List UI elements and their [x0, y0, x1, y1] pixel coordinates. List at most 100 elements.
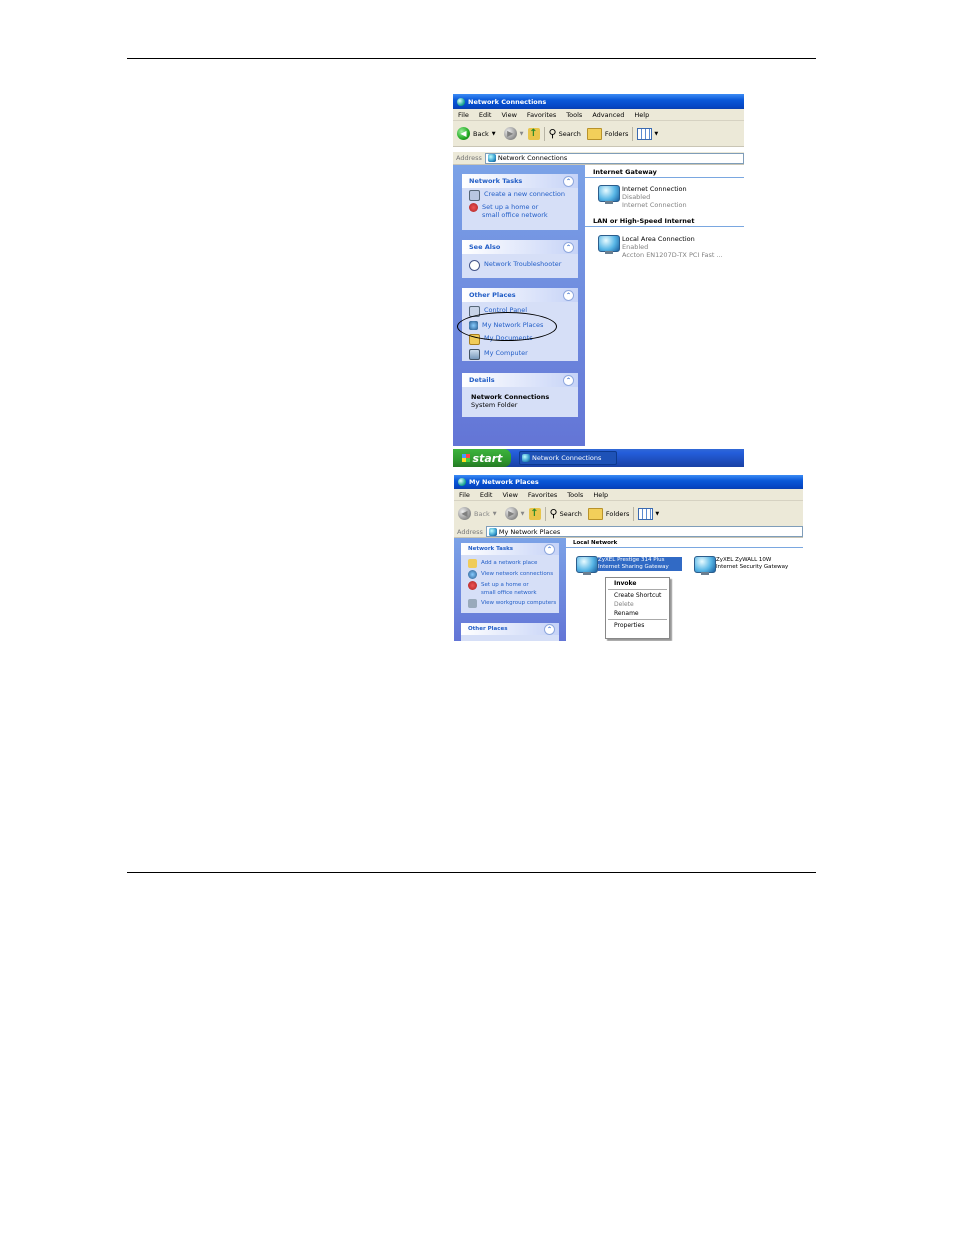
- network-places-icon: [488, 527, 497, 536]
- panel-title: Network Tasks: [468, 546, 514, 552]
- troubleshooter-link[interactable]: Network Troubleshooter: [462, 254, 578, 271]
- view-network-connections-link[interactable]: View network connections: [461, 568, 559, 579]
- internet-connection-icon: [594, 183, 620, 207]
- help-icon: [469, 260, 480, 271]
- menu-bar: File Edit View Favorites Tools Help: [454, 489, 803, 501]
- collapse-icon[interactable]: ⌃: [563, 241, 574, 253]
- internet-connection-item[interactable]: Internet Connection Disabled Internet Co…: [585, 178, 744, 209]
- chevron-down-icon: ▼: [492, 510, 497, 517]
- task-label: Network Connections: [532, 454, 602, 462]
- link-label: View workgroup computers: [481, 600, 557, 606]
- menu-help[interactable]: Help: [588, 491, 613, 499]
- menu-rename[interactable]: Rename: [606, 609, 669, 618]
- bottom-rule: [127, 872, 816, 873]
- other-places-panel: Other Places ⌃: [461, 623, 559, 641]
- forward-arrow-icon: ▶: [504, 507, 518, 520]
- collapse-icon[interactable]: ⌃: [544, 623, 555, 635]
- taskbar-network-connections[interactable]: Network Connections: [519, 451, 617, 465]
- search-button[interactable]: ⚲ Search: [549, 127, 581, 140]
- folders-button[interactable]: Folders: [586, 127, 628, 140]
- details-name: Network Connections: [471, 393, 550, 401]
- menu-file[interactable]: File: [453, 111, 474, 119]
- menu-view[interactable]: View: [496, 111, 521, 119]
- menu-favorites[interactable]: Favorites: [522, 111, 561, 119]
- menu-advanced[interactable]: Advanced: [587, 111, 629, 119]
- prestige-gateway-item[interactable]: ZyXEL Prestige 314 Plus Internet Sharing…: [572, 554, 682, 578]
- up-button[interactable]: ↑: [528, 507, 541, 520]
- home-network-link[interactable]: Set up a home or small office network: [462, 201, 578, 219]
- panel-title: Other Places: [468, 626, 508, 632]
- chevron-down-icon: ▼: [655, 510, 660, 517]
- back-button[interactable]: ◀ Back ▼: [457, 127, 496, 140]
- item-status: Enabled: [622, 243, 649, 251]
- menu-help[interactable]: Help: [629, 111, 654, 119]
- network-tasks-header[interactable]: Network Tasks ⌃: [462, 174, 578, 188]
- title-bar[interactable]: My Network Places: [454, 475, 803, 489]
- other-places-header[interactable]: Other Places ⌃: [462, 288, 578, 302]
- network-tasks-header[interactable]: Network Tasks ⌃: [461, 543, 559, 555]
- network-tasks-panel: Network Tasks ⌃ Add a network place View…: [461, 543, 559, 613]
- local-area-connection-item[interactable]: Local Area Connection Enabled Accton EN1…: [585, 227, 744, 259]
- search-label: Search: [559, 509, 582, 518]
- back-arrow-icon: ◀: [458, 507, 471, 520]
- address-field[interactable]: My Network Places: [485, 526, 803, 537]
- task-pane: Network Tasks ⌃ Create a new connection …: [453, 165, 585, 446]
- details-header[interactable]: Details ⌃: [462, 373, 578, 387]
- back-button[interactable]: ◀ Back ▼: [458, 507, 497, 520]
- menu-create-shortcut[interactable]: Create Shortcut: [606, 591, 669, 600]
- other-places-header[interactable]: Other Places ⌃: [461, 623, 559, 635]
- network-connections-icon: [468, 570, 477, 579]
- window-title: Network Connections: [468, 97, 547, 106]
- panel-title: Network Tasks: [469, 177, 523, 185]
- menu-properties[interactable]: Properties: [606, 621, 669, 630]
- menu-bar: File Edit View Favorites Tools Advanced …: [453, 109, 744, 121]
- menu-invoke[interactable]: Invoke: [606, 578, 669, 588]
- zywall-gateway-item[interactable]: ZyXEL ZyWALL 10W Internet Security Gatew…: [690, 554, 794, 578]
- search-button[interactable]: ⚲ Search: [550, 507, 582, 520]
- folders-label: Folders: [605, 509, 630, 518]
- view-workgroup-link[interactable]: View workgroup computers: [461, 597, 559, 608]
- menu-tools[interactable]: Tools: [562, 491, 588, 499]
- content-pane: Local Network ZyXEL Prestige 314 Plus In…: [566, 538, 803, 641]
- search-icon: ⚲: [548, 127, 557, 140]
- forward-button[interactable]: ▶ ▼: [503, 127, 524, 140]
- menu-file[interactable]: File: [454, 491, 475, 499]
- link-label: Set up a home or small office network: [482, 203, 548, 219]
- start-button[interactable]: start: [453, 449, 511, 467]
- title-bar[interactable]: Network Connections: [453, 94, 744, 109]
- toolbar-separator: [544, 506, 546, 521]
- menu-edit[interactable]: Edit: [475, 491, 498, 499]
- see-also-header[interactable]: See Also ⌃: [462, 240, 578, 254]
- forward-button[interactable]: ▶ ▼: [504, 507, 525, 520]
- toolbar-separator: [633, 506, 635, 521]
- collapse-icon[interactable]: ⌃: [563, 175, 574, 187]
- menu-tools[interactable]: Tools: [561, 111, 587, 119]
- folders-icon: [586, 127, 602, 140]
- folders-button[interactable]: Folders: [587, 507, 630, 520]
- address-field[interactable]: Network Connections: [484, 152, 744, 164]
- details-panel: Details ⌃ Network Connections System Fol…: [462, 373, 578, 417]
- network-tasks-panel: Network Tasks ⌃ Create a new connection …: [462, 174, 578, 230]
- views-button[interactable]: ▼: [637, 127, 658, 140]
- back-arrow-icon: ◀: [457, 127, 470, 140]
- collapse-icon[interactable]: ⌃: [563, 289, 574, 301]
- collapse-icon[interactable]: ⌃: [544, 543, 555, 555]
- folder-up-icon: ↑: [527, 127, 540, 140]
- up-button[interactable]: ↑: [527, 127, 540, 140]
- menu-view[interactable]: View: [497, 491, 522, 499]
- link-label: Network Troubleshooter: [484, 260, 562, 268]
- create-connection-link[interactable]: Create a new connection: [462, 188, 578, 201]
- menu-delete: Delete: [614, 601, 634, 608]
- views-button[interactable]: ▼: [638, 507, 660, 520]
- add-network-place-link[interactable]: Add a network place: [461, 555, 559, 568]
- network-connections-icon: [487, 154, 496, 162]
- add-place-icon: [468, 559, 477, 568]
- menu-edit[interactable]: Edit: [474, 111, 497, 119]
- computer-icon: [469, 349, 480, 360]
- home-network-link[interactable]: Set up a home or small office network: [461, 579, 559, 597]
- menu-favorites[interactable]: Favorites: [523, 491, 562, 499]
- collapse-icon[interactable]: ⌃: [563, 374, 574, 386]
- my-computer-link[interactable]: My Computer: [462, 345, 578, 360]
- address-bar: Address My Network Places: [454, 526, 803, 538]
- highlight-ellipse: [457, 312, 557, 341]
